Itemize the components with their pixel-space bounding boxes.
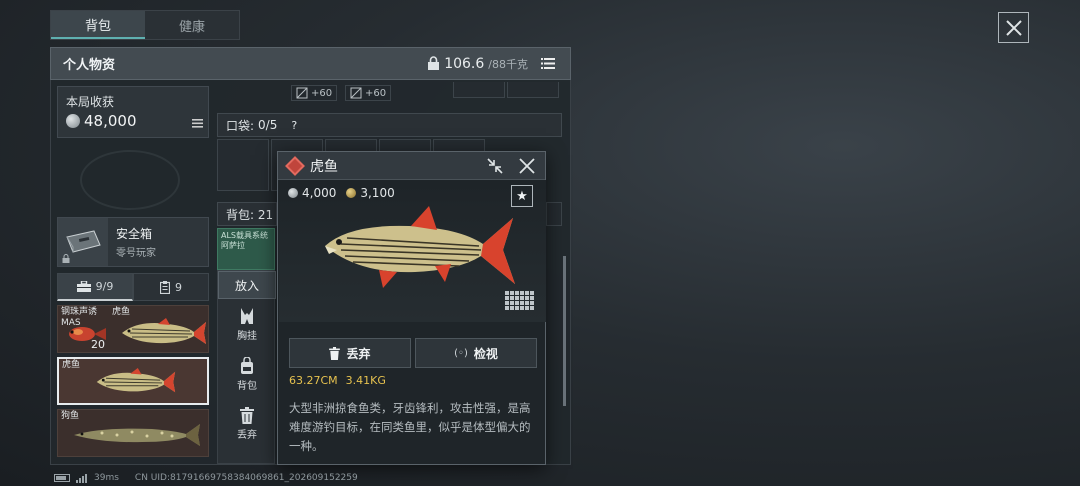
filter-toolbox[interactable]: 9/9 <box>57 273 133 301</box>
pocket-count: 0/5 <box>258 118 278 132</box>
item-count: 20 <box>91 338 105 351</box>
item-description: 大型非洲掠食鱼类，牙齿锋利，攻击性强，是高难度游钓目标，在同类鱼里，似乎是体型偏… <box>289 401 531 453</box>
harvest-label: 本局收获 <box>66 95 115 109</box>
toolbox-icon <box>76 281 91 292</box>
als-item[interactable]: ALS载具系统 阿萨拉 <box>217 228 275 270</box>
mod-tag: +60 <box>291 85 338 101</box>
item-filters: 9/9 9 <box>57 273 209 301</box>
list-item[interactable]: 狗鱼 <box>57 409 209 457</box>
header-title: 个人物资 <box>63 58 116 73</box>
silver-coin-icon <box>288 188 298 198</box>
silver-price: 4,000 <box>302 186 337 200</box>
backpack-icon <box>241 356 253 374</box>
lock-icon <box>428 56 440 70</box>
tiger-fish-icon <box>122 318 206 344</box>
fish-measurements: 63.27CM 3.41KG <box>289 374 386 387</box>
tab-health[interactable]: 健康 <box>145 11 239 39</box>
faction-emblem <box>80 150 180 210</box>
safebox-icon <box>66 230 101 253</box>
harvest-value: 48,000 <box>84 112 137 130</box>
rarity-icon <box>285 155 305 176</box>
pocket-label: 口袋: <box>226 118 255 133</box>
clipboard-icon <box>160 280 170 294</box>
item-name: 虎鱼 <box>62 360 81 370</box>
backpack-bar-end <box>546 202 562 226</box>
detail-header: 虎鱼 <box>278 152 545 180</box>
backpack-bar: 背包: 21 <box>217 202 277 226</box>
gold-coin-icon <box>346 188 357 198</box>
star-icon: ★ <box>516 188 528 204</box>
safebox-slot[interactable]: 安全箱 零号玩家 <box>57 217 209 267</box>
chest-rig-icon <box>241 307 253 324</box>
current-weight: 106.6 <box>444 55 485 72</box>
detail-close-button[interactable] <box>515 154 539 178</box>
collapse-button[interactable] <box>483 154 507 178</box>
close-icon <box>1005 19 1022 36</box>
inspect-icon: (◦) <box>454 347 468 359</box>
favorite-button[interactable]: ★ <box>511 185 533 207</box>
list-item[interactable]: 钢珠声诱 MAS 20 虎鱼 <box>57 305 209 353</box>
inspect-button[interactable]: (◦) 检视 <box>415 338 537 368</box>
equipment-slot[interactable] <box>507 82 559 98</box>
inventory-header: 个人物资 106.6/88千克 <box>50 47 571 80</box>
signal-icon <box>76 473 87 483</box>
equipment-slot[interactable] <box>453 82 505 98</box>
collapse-icon <box>487 157 503 174</box>
scrollbar[interactable] <box>563 256 566 406</box>
action-column: 放入 胸挂 背包 丢弃 <box>217 270 276 464</box>
ping-value: 39ms <box>94 473 119 483</box>
no-attachment-icon <box>296 87 308 99</box>
pocket-bar: 口袋: 0/5 ? <box>217 113 562 137</box>
item-detail-popup: 虎鱼 4,000 3,100 ★ 丢弃 (◦) 检视 63.27CM 3.41K… <box>277 151 546 465</box>
backpack-label: 背包: 21 <box>226 207 274 222</box>
trash-icon <box>329 346 341 360</box>
put-in-button[interactable]: 放入 <box>218 271 276 299</box>
detail-actions: 丢弃 (◦) 检视 <box>289 338 537 368</box>
no-attachment-icon <box>350 87 362 99</box>
weight-indicator: 106.6/88千克 <box>427 56 528 72</box>
close-icon <box>519 157 535 174</box>
filter-clipboard[interactable]: 9 <box>133 273 209 301</box>
harvest-list-button[interactable] <box>192 113 203 132</box>
filter-toolbox-count: 9/9 <box>95 280 114 293</box>
list-view-button[interactable] <box>538 54 558 74</box>
safebox-owner: 零号玩家 <box>116 248 156 259</box>
price-row: 4,000 3,100 <box>288 186 395 200</box>
silver-coin-icon <box>66 114 80 128</box>
gold-price: 3,100 <box>360 186 395 200</box>
max-weight: /88千克 <box>488 57 528 71</box>
fish-length: 63.27CM <box>289 374 338 387</box>
item-size-grid-icon <box>505 291 534 310</box>
close-button[interactable] <box>998 12 1029 43</box>
filter-clipboard-count: 9 <box>175 280 182 294</box>
list-icon <box>192 119 203 128</box>
trash-icon <box>240 407 254 424</box>
detail-title: 虎鱼 <box>310 158 338 175</box>
tab-backpack[interactable]: 背包 <box>51 11 145 39</box>
pocket-slot[interactable] <box>217 139 269 191</box>
main-tabbar: 背包 健康 <box>50 10 240 40</box>
tiger-fish-icon <box>325 206 515 288</box>
battery-icon <box>54 474 70 482</box>
list-icon <box>541 58 555 69</box>
safebox-thumbnail <box>58 218 108 266</box>
fish-weight: 3.41KG <box>345 374 386 387</box>
tiger-fish-icon <box>96 368 176 393</box>
round-harvest-card: 本局收获 48,000 <box>57 86 209 138</box>
list-item-selected[interactable]: 虎鱼 <box>57 357 209 405</box>
discard-button[interactable]: 丢弃 <box>218 399 276 449</box>
safebox-name: 安全箱 <box>116 227 153 241</box>
status-bar: 39ms CN UID:817916697583840698​61_202609… <box>54 473 358 483</box>
pike-fish-icon <box>74 424 200 446</box>
mod-tag: +60 <box>345 85 392 101</box>
discard-item-button[interactable]: 丢弃 <box>289 338 411 368</box>
chest-rig-button[interactable]: 胸挂 <box>218 299 276 349</box>
lock-icon <box>62 254 70 263</box>
help-icon[interactable]: ? <box>291 119 297 132</box>
backpack-button[interactable]: 背包 <box>218 349 276 399</box>
uid-text: CN UID:817916697583840698​61_20260915225… <box>134 473 358 483</box>
